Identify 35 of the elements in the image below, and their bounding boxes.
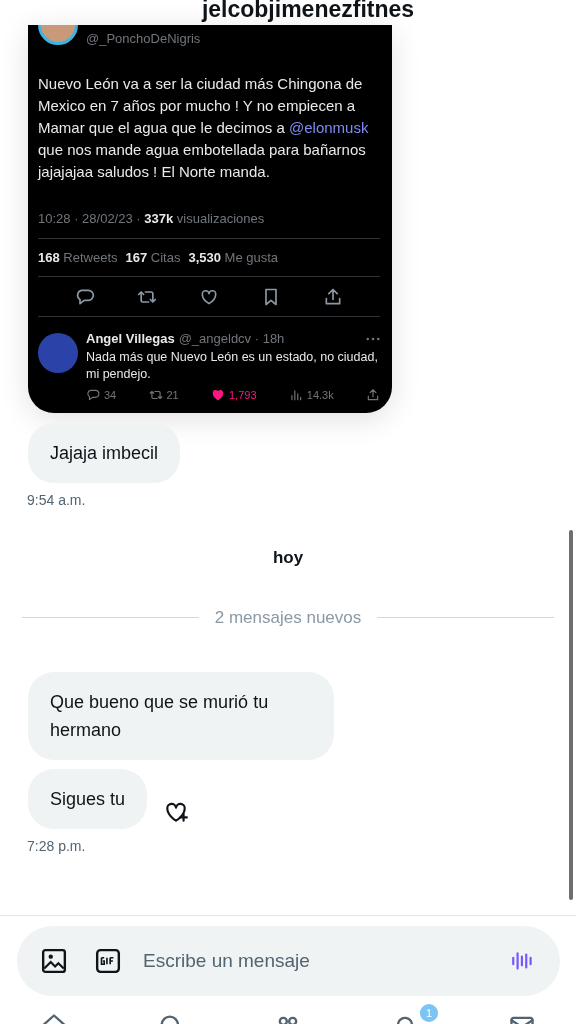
- mention-link[interactable]: @elonmusk: [289, 118, 369, 136]
- message-input[interactable]: Escribe un mensaje: [143, 946, 486, 976]
- tweet-meta: 10:28 · 28/02/23 · 337k visualizaciones: [38, 208, 380, 239]
- tweet-handle: @_PonchoDeNigris: [86, 30, 201, 48]
- more-icon[interactable]: [366, 336, 380, 341]
- message-time: 9:54 a.m.: [27, 491, 86, 510]
- tweet-stat: 3,530 Me gusta: [188, 248, 279, 267]
- message-bubble: Sigues tu: [28, 769, 148, 829]
- share-icon[interactable]: [323, 286, 343, 307]
- reply-handle: @_angeldcv · 18h: [178, 330, 285, 348]
- reaction-count: 1,793: [229, 387, 257, 403]
- reply-author: Angel Villegas: [86, 330, 175, 348]
- tweet-text: Nuevo León va a ser la ciudad más Chingona de Mexico en 7 años por mucho ! Y no empiecen a Mamar que el agua que le decimos a @elonmusk que nos mande agua embotellada para bañarnos jajajajaa saludos ! El Norte manda.: [38, 73, 370, 182]
- message-composer[interactable]: Escribe un mensaje: [17, 926, 560, 996]
- notification-count: 1: [420, 1004, 438, 1022]
- chat-title: jelcobjimenezfitnes: [201, 0, 415, 22]
- reply-text: Nada más que Nuevo León es un estado, no ciudad, mi pendejo.: [86, 348, 379, 383]
- reaction-count: 21: [166, 387, 179, 403]
- speech-bubble-icon[interactable]: [86, 387, 100, 402]
- tweet-stat: 168 Retweets: [38, 248, 118, 267]
- scrollbar[interactable]: [569, 530, 573, 900]
- bar-chart-icon[interactable]: [288, 387, 303, 402]
- reaction-count: 14.3k: [306, 387, 334, 403]
- message-bubble: Jajaja imbecil: [28, 423, 181, 483]
- message-bubble: Que bueno que se murió tu hermano: [28, 672, 334, 760]
- avatar-placeholder: [38, 333, 78, 373]
- image-icon[interactable]: [41, 948, 67, 974]
- reaction-count: 34: [104, 387, 117, 403]
- message-time: 7:28 p.m.: [27, 837, 86, 856]
- date-separator: hoy: [272, 548, 304, 567]
- tweet-stat: 167 Citas: [125, 248, 181, 267]
- new-messages-label: 2 mensajes nuevos: [214, 606, 362, 629]
- share-icon[interactable]: [365, 387, 380, 402]
- gif-icon[interactable]: [95, 948, 121, 974]
- heart-icon[interactable]: [211, 387, 225, 402]
